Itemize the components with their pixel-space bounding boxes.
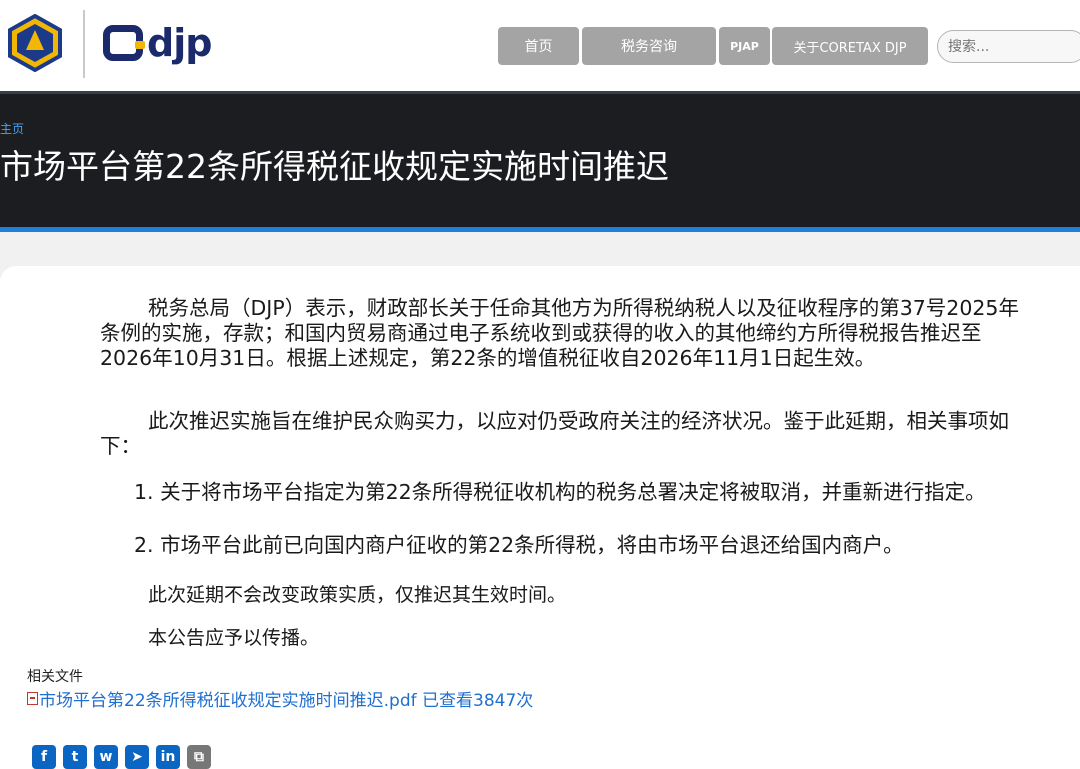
article-card: 税务总局（DJP）表示，财政部长关于任命其他方为所得税纳税人以及征收程序的第37…	[0, 266, 1080, 769]
related-file-label[interactable]: 市场平台第22条所得税征收规定实施时间推迟.pdf 已查看3847次	[39, 686, 533, 711]
share-facebook-icon[interactable]: f	[32, 745, 56, 769]
breadcrumb[interactable]: 主页	[0, 120, 24, 137]
article-paragraph-3: 此次延期不会改变政策实质，仅推迟其生效时间。	[148, 584, 567, 606]
content-area: 税务总局（DJP）表示，财政部长关于任命其他方为所得税纳税人以及征收程序的第37…	[0, 232, 1080, 769]
share-linkedin-icon[interactable]: in	[156, 745, 180, 769]
ministry-seal-logo[interactable]	[6, 14, 64, 72]
nav-pjap[interactable]: PJAP	[719, 27, 770, 65]
article-paragraph-1: 税务总局（DJP）表示，财政部长关于任命其他方为所得税纳税人以及征收程序的第37…	[100, 296, 1019, 370]
share-twitter-icon[interactable]: t	[63, 745, 87, 769]
nav-home[interactable]: 首页	[498, 27, 579, 65]
copy-link-icon[interactable]: ⧉	[187, 745, 211, 769]
djp-logo[interactable]: djp	[103, 20, 212, 66]
nav-about-coretax[interactable]: 关于CORETAX DJP	[772, 27, 928, 65]
site-header: djp 首页 税务咨询 PJAP 关于CORETAX DJP	[0, 0, 1080, 92]
pdf-icon	[27, 692, 38, 705]
related-file-link[interactable]: 市场平台第22条所得税征收规定实施时间推迟.pdf 已查看3847次	[27, 686, 533, 711]
share-whatsapp-icon[interactable]: w	[94, 745, 118, 769]
djp-logo-text: djp	[147, 21, 212, 65]
article-paragraph-2: 此次推迟实施旨在维护民众购买力，以应对仍受政府关注的经济状况。鉴于此延期，相关事…	[100, 409, 1009, 458]
hero-banner: 主页 市场平台第22条所得税征收规定实施时间推迟	[0, 91, 1080, 232]
related-files-title: 相关文件	[27, 669, 83, 685]
nav-tax-consult[interactable]: 税务咨询	[582, 27, 716, 65]
share-telegram-icon[interactable]: ➤	[125, 745, 149, 769]
djp-logo-mark-icon	[103, 25, 145, 61]
page-title: 市场平台第22条所得税征收规定实施时间推迟	[0, 147, 669, 186]
header-divider	[83, 10, 85, 78]
list-item: 2. 市场平台此前已向国内商户征收的第22条所得税，将由市场平台退还给国内商户。	[134, 533, 904, 557]
list-item: 1. 关于将市场平台指定为第22条所得税征收机构的税务总署决定将被取消，并重新进…	[134, 480, 986, 504]
article-paragraph-4: 本公告应予以传播。	[148, 627, 320, 649]
search-input[interactable]	[937, 30, 1080, 63]
